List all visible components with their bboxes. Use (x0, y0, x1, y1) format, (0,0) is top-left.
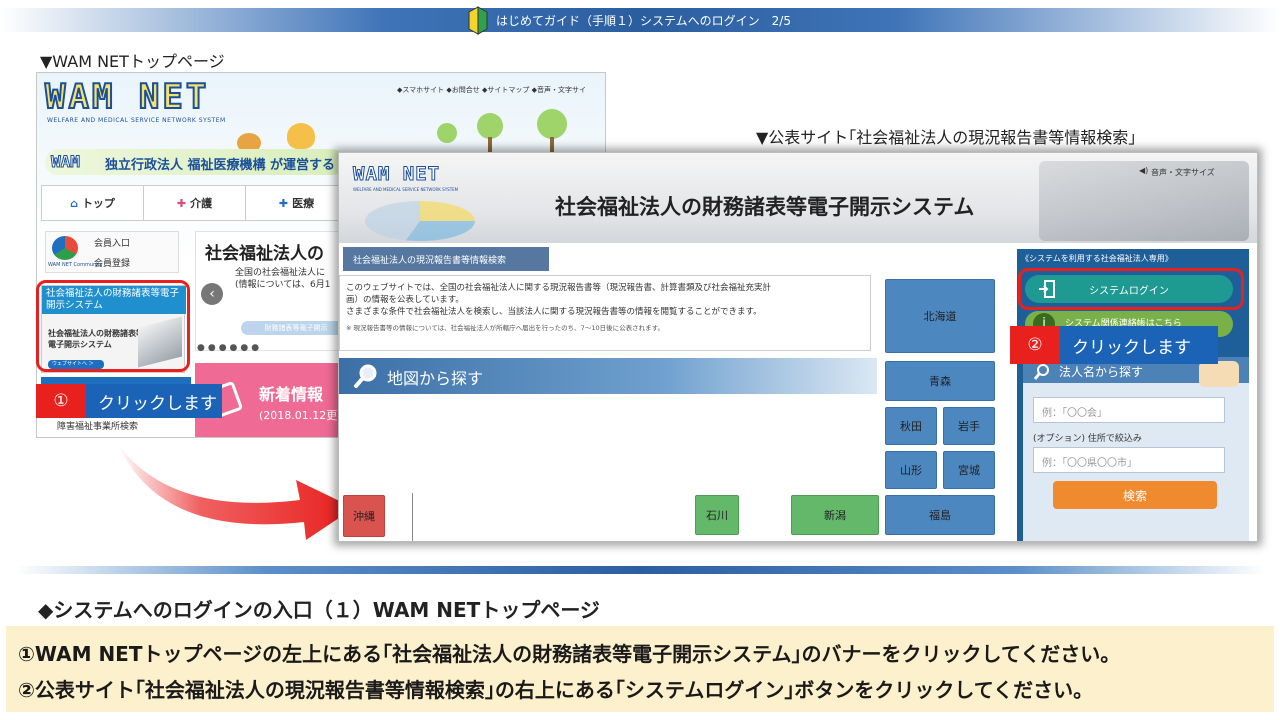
pref-niigata[interactable]: 新潟 (791, 495, 879, 535)
nav-label: 医療 (292, 197, 315, 210)
address-input[interactable]: 例：「〇〇県〇〇市」 (1033, 447, 1225, 473)
notice-box: このウェブサイトでは、全国の社会福祉法人に関する現況報告書等（現況報告書、計算書… (339, 275, 871, 351)
highlight-ring-1 (36, 280, 190, 372)
fox-mascot-icon (287, 123, 315, 149)
nav-label: 介護 (190, 197, 213, 210)
wam-top-links[interactable]: ◆スマホサイト ◆お問合せ ◆サイトマップ ◆音声・文字サイ (397, 85, 586, 95)
name-search-title: 法人名から探す (1059, 365, 1144, 379)
notice-line: さまざまな条件で社会福祉法人を検索し、当該法人に関する現況報告書等の情報を閲覧す… (346, 307, 762, 317)
map-divider (412, 493, 413, 541)
pref-iwate[interactable]: 岩手 (943, 407, 995, 445)
member-register-link[interactable]: 会員登録 (94, 256, 130, 269)
member-box: WAM NET Community 会員入口 会員登録 (45, 231, 179, 273)
callout-1-text: クリックします (86, 384, 222, 418)
tree-icon (537, 109, 567, 139)
map-search-label: 地図から探す (387, 369, 484, 388)
nav-item-top[interactable]: ⌂ トップ (42, 186, 144, 220)
red-curved-arrow-icon (118, 444, 354, 540)
pref-aomori[interactable]: 青森 (885, 361, 995, 401)
pref-ishikawa[interactable]: 石川 (695, 495, 739, 535)
search-button[interactable]: 検索 (1053, 481, 1217, 509)
highlight-ring-2 (1018, 268, 1244, 310)
pref-akita[interactable]: 秋田 (885, 407, 937, 445)
pref-fukushima[interactable]: 福島 (885, 495, 995, 535)
slider-button[interactable]: 財務諸表等電子開示 (241, 321, 351, 335)
nav-item-care[interactable]: ✚ 介護 (144, 186, 246, 220)
tree-icon (437, 123, 457, 143)
person-illustration (1199, 361, 1239, 387)
magnifier-icon (354, 364, 377, 388)
pref-okinawa[interactable]: 沖縄 (343, 495, 385, 537)
site-title: 社会福祉法人の財務諸表等電子開示システム (555, 195, 975, 219)
address-filter-label: (オプション) 住所で絞込み (1033, 434, 1142, 444)
search-tab[interactable]: 社会福祉法人の現況報告書等情報検索 (343, 247, 549, 271)
voice-text-size-link[interactable]: 音声・文字サイズ (1151, 167, 1215, 178)
callout-2-text: クリックします (1060, 326, 1218, 364)
pref-miyagi[interactable]: 宮城 (943, 451, 995, 489)
home-icon: ⌂ (70, 196, 78, 210)
notice-line: 画）の情報を公表しています。 (346, 295, 464, 305)
divider-band (16, 566, 1266, 574)
slider-title: 社会福祉法人の (205, 244, 324, 264)
nav-item-medical[interactable]: ✚ 医療 (246, 186, 348, 220)
chart-decoration-image (365, 201, 475, 241)
instruction-line-2: ②公表サイト｢社会福祉法人の現況報告書等情報検索｣の右上にある｢システムログイン… (18, 678, 1094, 702)
search-icon (1033, 364, 1049, 380)
slider-text: 全国の社会福祉法人に (情報については、6月1 (235, 268, 331, 290)
news-title[interactable]: 新着情報 (259, 381, 323, 405)
wam-logo-subtitle: WELFARE AND MEDICAL SERVICE NETWORK SYST… (47, 117, 226, 124)
community-logo-icon (52, 236, 78, 260)
site-logo-subtitle: WELFARE AND MEDICAL SERVICE NETWORK SYST… (353, 187, 459, 192)
instruction-line-1: ①WAM NETトップページの左上にある｢社会福祉法人の財務諸表等電子開示システ… (18, 642, 1121, 666)
wam-logo[interactable]: WAM NET (44, 76, 209, 118)
care-icon: ✚ (176, 196, 187, 210)
slider-prev-icon[interactable]: ‹ (201, 283, 223, 305)
news-date: (2018.01.12更 (259, 409, 338, 422)
corp-name-input[interactable]: 例：「〇〇会」 (1033, 397, 1225, 423)
wam-top-label: ▼WAM NETトップページ (40, 52, 225, 71)
medical-icon: ✚ (278, 196, 289, 210)
slider-dots[interactable]: ●●●●●● (197, 343, 262, 353)
pref-yamagata[interactable]: 山形 (885, 451, 937, 489)
org-logo: WAM (51, 152, 81, 172)
site-logo[interactable]: WAM NET (352, 163, 440, 186)
org-text: 独立行政法人 福祉医療機構 が運営する (105, 158, 336, 173)
notice-note: ※ 現況報告書等の情報については、社会福祉法人が所轄庁へ届出を行ったのち、7～1… (346, 324, 664, 332)
step-heading: ◆システムへのログインの入口（１）WAM NETトップページ (38, 598, 600, 622)
notice-line: このウェブサイトでは、全国の社会福祉法人に関する現況報告書等（現況報告書、計算書… (346, 283, 772, 293)
tree-icon (477, 113, 503, 139)
speaker-icon: ◀) (1139, 166, 1149, 175)
beginner-mark-icon (468, 6, 488, 35)
pref-hokkaido[interactable]: 北海道 (885, 279, 995, 353)
nav-label: トップ (81, 197, 115, 210)
member-login-link[interactable]: 会員入口 (94, 236, 130, 249)
side-panel-heading: 《システムを利用する社会福祉法人専用》 (1021, 254, 1173, 263)
public-site-label: ▼公表サイト｢社会福祉法人の現況報告書等情報検索｣ (756, 128, 1137, 147)
page-title: はじめてガイド（手順１）システムへのログイン 2/5 (496, 14, 791, 28)
callout-1-number: ① (36, 384, 86, 418)
callout-2-number: ② (1010, 326, 1060, 364)
